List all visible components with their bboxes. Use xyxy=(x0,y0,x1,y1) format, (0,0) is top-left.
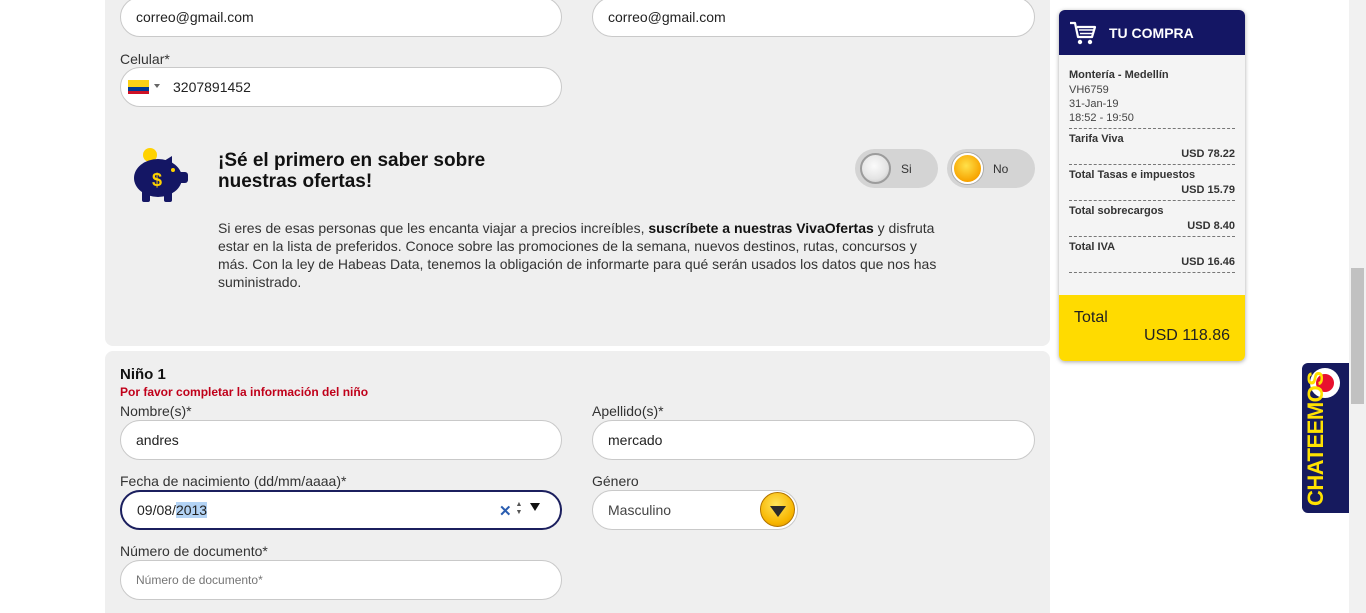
celular-label: Celular* xyxy=(120,51,170,67)
birthdate-year-selected: 2013 xyxy=(175,502,208,518)
email-value: correo@gmail.com xyxy=(136,9,254,25)
promo-description: Si eres de esas personas que les encanta… xyxy=(218,219,948,291)
subscribe-no-toggle[interactable]: No xyxy=(947,149,1035,188)
apellido-value: mercado xyxy=(608,432,663,448)
genero-value: Masculino xyxy=(608,502,672,518)
surcharges-value: USD 8.40 xyxy=(1187,220,1235,232)
flight-number: VH6759 xyxy=(1069,84,1109,96)
scrollbar-thumb[interactable] xyxy=(1351,268,1364,404)
iva-value: USD 16.46 xyxy=(1181,256,1235,268)
radio-off-icon xyxy=(860,153,891,184)
calendar-dropdown-icon[interactable] xyxy=(530,503,540,511)
clear-icon[interactable]: ✕ xyxy=(499,502,512,520)
flight-time: 18:52 - 19:50 xyxy=(1069,112,1134,124)
no-label: No xyxy=(993,161,1009,176)
cart-total: Total USD 118.86 xyxy=(1059,295,1245,361)
chat-label[interactable]: CHATEEMOS xyxy=(1303,366,1329,506)
promo-text-a: Si eres de esas personas que les encanta… xyxy=(218,220,649,236)
yes-label: Si xyxy=(901,161,912,176)
iva-label: Total IVA xyxy=(1069,241,1116,253)
subscribe-yes-toggle[interactable]: Si xyxy=(855,149,938,188)
cart-header: TU COMPRA xyxy=(1059,10,1245,55)
apellido-field[interactable]: mercado xyxy=(592,420,1035,460)
cart-icon xyxy=(1070,21,1097,44)
fare-value: USD 78.22 xyxy=(1181,148,1235,160)
child-warning: Por favor completar la información del n… xyxy=(120,385,369,399)
apellido-label: Apellido(s)* xyxy=(592,403,664,419)
child-heading: Niño 1 xyxy=(120,366,166,383)
promo-text-bold: suscríbete a nuestras VivaOfertas xyxy=(648,220,874,236)
nombre-label: Nombre(s)* xyxy=(120,403,192,419)
spinner-icon[interactable]: ▲ ▼ xyxy=(514,501,524,517)
flight-route: Montería - Medellín xyxy=(1069,69,1169,81)
chevron-down-icon[interactable] xyxy=(760,492,795,527)
phone-field[interactable]: 3207891452 xyxy=(120,67,562,107)
fecha-label: Fecha de nacimiento (dd/mm/aaaa)* xyxy=(120,473,347,489)
cart-title: TU COMPRA xyxy=(1109,24,1194,41)
email-confirm-field[interactable]: correo@gmail.com xyxy=(592,0,1035,37)
total-value: USD 118.86 xyxy=(1144,327,1230,344)
fare-label: Tarifa Viva xyxy=(1069,133,1124,145)
email-field[interactable]: correo@gmail.com xyxy=(120,0,562,37)
birthdate-field[interactable]: 09/08/2013 xyxy=(120,490,562,530)
colombia-flag-icon[interactable] xyxy=(128,80,149,94)
birthdate-prefix: 09/08/ xyxy=(137,502,176,518)
svg-text:$: $ xyxy=(152,170,162,190)
surcharges-label: Total sobrecargos xyxy=(1069,205,1164,217)
documento-input[interactable] xyxy=(120,560,562,600)
purchase-summary: TU COMPRA Montería - Medellín VH6759 31-… xyxy=(1059,10,1245,361)
promo-title: ¡Sé el primero en saber sobre nuestras o… xyxy=(218,150,486,192)
total-label: Total xyxy=(1074,309,1108,326)
piggy-bank-icon: $ xyxy=(134,148,188,202)
nombre-field[interactable]: andres xyxy=(120,420,562,460)
country-caret-icon[interactable] xyxy=(154,84,160,88)
genero-label: Género xyxy=(592,473,639,489)
taxes-label: Total Tasas e impuestos xyxy=(1069,169,1196,181)
phone-value: 3207891452 xyxy=(173,79,251,95)
documento-label: Número de documento* xyxy=(120,543,268,559)
flight-date: 31-Jan-19 xyxy=(1069,98,1119,110)
taxes-value: USD 15.79 xyxy=(1181,184,1235,196)
email-confirm-value: correo@gmail.com xyxy=(608,9,726,25)
nombre-value: andres xyxy=(136,432,179,448)
radio-on-icon xyxy=(952,153,983,184)
